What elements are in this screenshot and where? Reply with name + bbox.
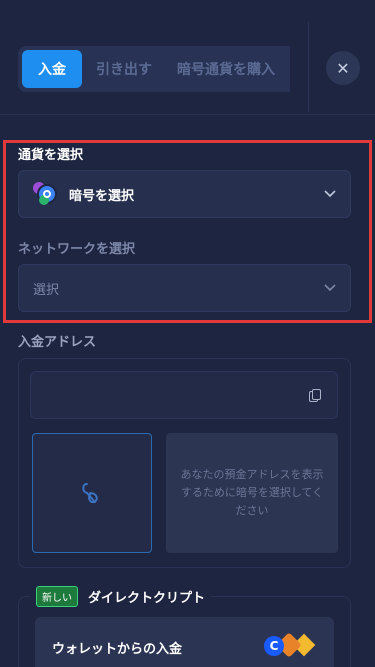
wallet-deposit-label: ウォレットからの入金 — [52, 642, 183, 657]
chevron-down-icon — [324, 280, 336, 296]
direct-crypto-header: 新しい ダイレクトクリプト — [30, 585, 212, 607]
tab-deposit[interactable]: 入金 — [22, 50, 82, 88]
currency-select[interactable]: 暗号を選択 — [18, 170, 351, 218]
network-select[interactable]: 選択 — [18, 264, 351, 312]
address-info-box: あなたの預金アドレスを表示するために暗号を選択してください — [166, 433, 338, 553]
tab-withdraw[interactable]: 引き出す — [82, 50, 166, 88]
close-icon: ✕ — [336, 58, 350, 78]
network-label: ネットワークを選択 — [18, 242, 136, 257]
new-badge: 新しい — [36, 585, 78, 607]
network-select-placeholder: 選択 — [33, 282, 60, 298]
header-separator — [0, 114, 375, 115]
copy-icon[interactable] — [309, 389, 321, 403]
address-label: 入金アドレス — [18, 335, 97, 350]
address-field[interactable] — [30, 371, 338, 419]
chevron-down-icon — [324, 186, 336, 202]
crypto-coins-icon — [33, 181, 59, 207]
currency-select-value: 暗号を選択 — [69, 188, 135, 204]
tab-buy-crypto[interactable]: 暗号通貨を購入 — [166, 50, 286, 88]
close-button[interactable]: ✕ — [326, 51, 360, 85]
address-info-text: あなたの預金アドレスを表示するために暗号を選択してください — [180, 468, 324, 517]
tab-bar: 入金 引き出す 暗号通貨を購入 — [18, 46, 290, 92]
qr-placeholder — [32, 433, 152, 553]
direct-crypto-title: ダイレクトクリプト — [88, 590, 206, 606]
wallet-logos: C — [264, 632, 316, 658]
currency-label: 通貨を選択 — [18, 148, 84, 163]
coinbase-icon: C — [264, 636, 284, 656]
header-divider — [308, 22, 309, 112]
loading-logo-icon — [82, 483, 98, 504]
